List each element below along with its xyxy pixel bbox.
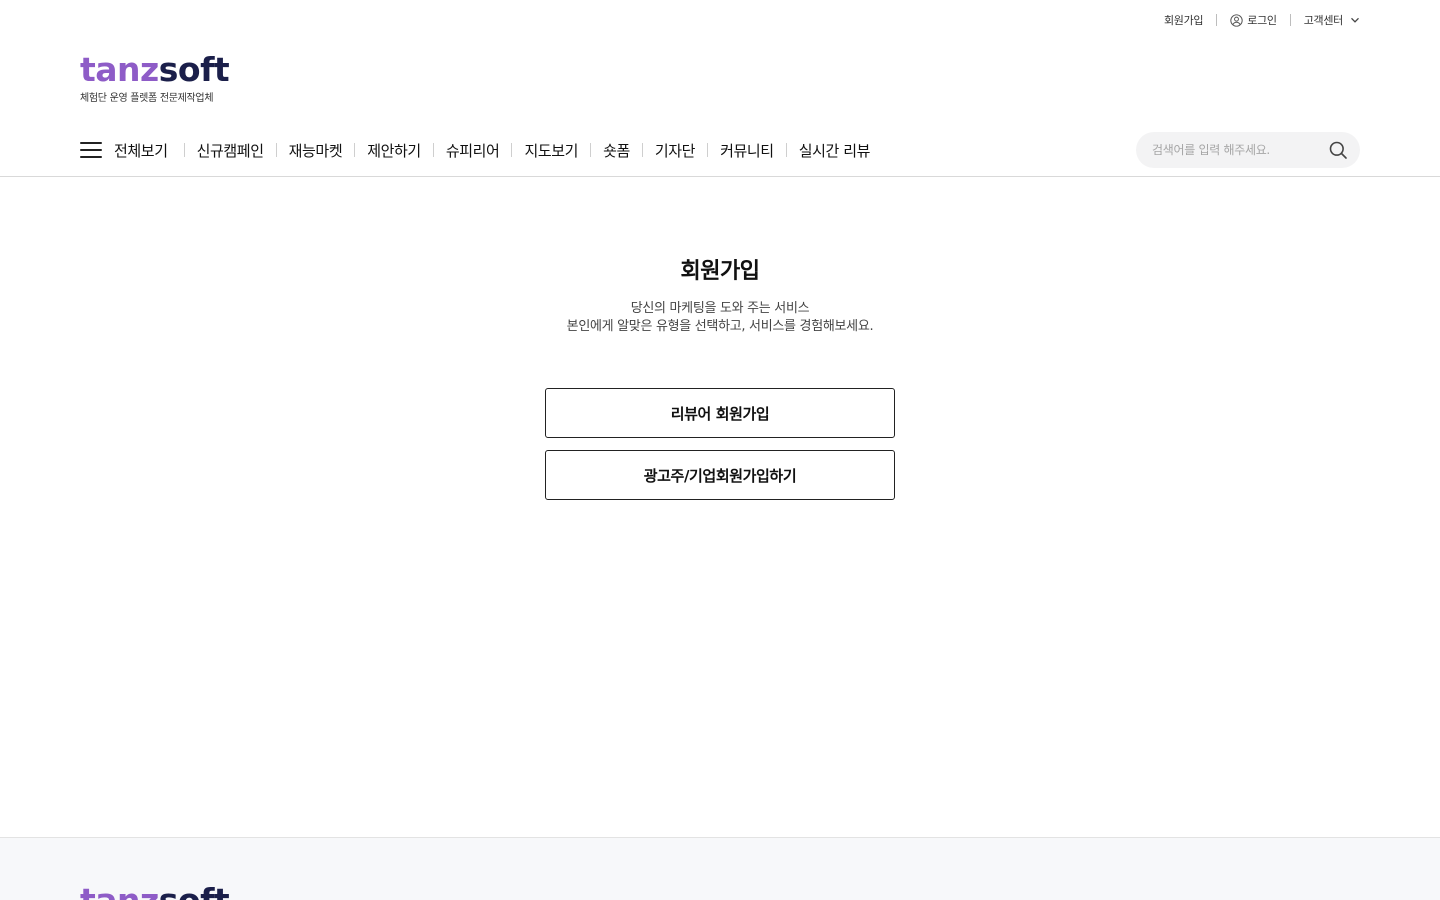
nav-reporters[interactable]: 기자단 — [655, 140, 696, 161]
top-utility-bar: 회원가입 로그인 고객센터 — [1164, 11, 1360, 29]
advertiser-signup-button[interactable]: 광고주/기업회원가입하기 — [545, 450, 895, 500]
nav-live-review[interactable]: 실시간 리뷰 — [799, 140, 871, 161]
search-bar — [1136, 132, 1360, 168]
search-icon[interactable] — [1328, 140, 1348, 160]
nav-map[interactable]: 지도보기 — [524, 140, 578, 161]
login-link-label: 로그인 — [1247, 14, 1277, 27]
signup-section: 회원가입 당신의 마케팅을 도와 주는 서비스 본인에게 알맞은 유형을 선택하… — [0, 256, 1440, 500]
divider — [1216, 14, 1218, 26]
divider — [432, 143, 434, 157]
nav-community[interactable]: 커뮤니티 — [720, 140, 774, 161]
nav-all[interactable]: 전체보기 — [114, 140, 168, 161]
divider — [511, 143, 513, 157]
divider — [183, 143, 185, 157]
nav-superior[interactable]: 슈피리어 — [446, 140, 500, 161]
footer: tanzsoft — [0, 837, 1440, 900]
footer-logo[interactable]: tanzsoft — [80, 882, 230, 900]
hamburger-menu-icon[interactable] — [80, 142, 102, 158]
user-icon — [1230, 13, 1243, 27]
signup-link[interactable]: 회원가입 — [1163, 12, 1204, 28]
reviewer-signup-button[interactable]: 리뷰어 회원가입 — [545, 388, 895, 438]
divider — [275, 143, 277, 157]
nav-shortform[interactable]: 숏폼 — [603, 140, 630, 161]
nav-new-campaign[interactable]: 신규캠페인 — [197, 140, 264, 161]
nav-propose[interactable]: 제안하기 — [367, 140, 421, 161]
divider — [785, 143, 787, 157]
nav-talent-market[interactable]: 재능마켓 — [289, 140, 343, 161]
main-nav: 전체보기 신규캠페인 재능마켓 제안하기 슈피리어 지도보기 숏폼 기자단 커뮤… — [80, 132, 870, 168]
description-line-1: 당신의 마케팅을 도와 주는 서비스 — [630, 301, 810, 316]
login-link[interactable]: 로그인 — [1230, 12, 1277, 28]
header-divider — [0, 176, 1440, 177]
signup-link-label: 회원가입 — [1163, 14, 1204, 27]
page-description: 당신의 마케팅을 도와 주는 서비스 본인에게 알맞은 유형을 선택하고, 서비… — [0, 300, 1440, 336]
divider — [1289, 14, 1291, 26]
divider — [707, 143, 709, 157]
logo-tagline: 체험단 운영 플렛폼 전문제작업체 — [80, 93, 214, 104]
search-input[interactable] — [1152, 143, 1328, 157]
logo-wordmark: tanzsoft — [80, 50, 230, 89]
description-line-2: 본인에게 알맞은 유형을 선택하고, 서비스를 경험해보세요. — [566, 319, 874, 334]
divider — [590, 143, 592, 157]
divider — [354, 143, 356, 157]
page-title: 회원가입 — [680, 259, 760, 284]
divider — [641, 143, 643, 157]
site-logo[interactable]: tanzsoft 체험단 운영 플렛폼 전문제작업체 — [80, 50, 240, 105]
support-label: 고객센터 — [1303, 14, 1344, 27]
chevron-down-icon — [1351, 17, 1359, 23]
support-dropdown[interactable]: 고객센터 — [1304, 12, 1360, 28]
